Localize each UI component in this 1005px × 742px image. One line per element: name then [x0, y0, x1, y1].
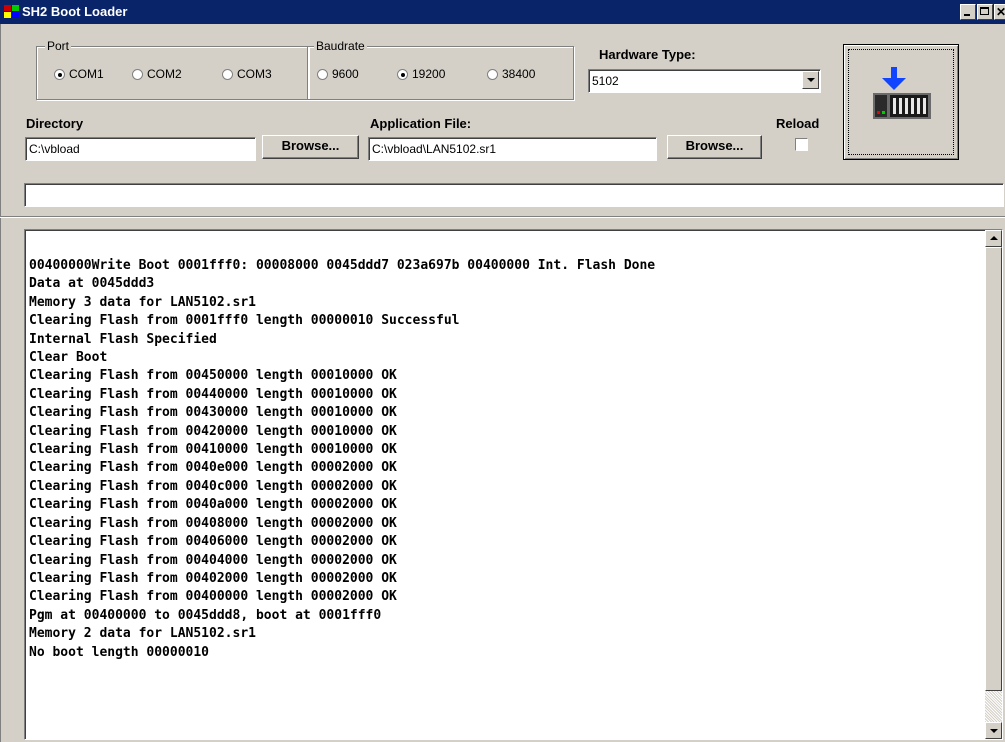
log-line: Data at 0045ddd3 [29, 276, 155, 292]
radio-com1[interactable]: COM1 [54, 67, 104, 81]
log-line: Clearing Flash from 00406000 length 0000… [29, 534, 397, 550]
log-line: Clearing Flash from 00450000 length 0001… [29, 368, 397, 384]
scroll-down-button[interactable] [985, 722, 1002, 739]
log-line: Clearing Flash from 0040a000 length 0000… [29, 497, 397, 513]
radio-9600[interactable]: 9600 [317, 67, 359, 81]
divider-highlight [0, 217, 1005, 218]
window-title: SH2 Boot Loader [22, 4, 128, 19]
log-line: Clearing Flash from 00400000 length 0000… [29, 589, 397, 605]
close-button[interactable]: ✕ [994, 4, 1005, 20]
log-line: Clearing Flash from 00440000 length 0001… [29, 386, 397, 402]
baudrate-group: Baudrate 9600 19200 38400 [307, 39, 574, 100]
app-icon [4, 5, 20, 19]
application-file-label: Application File: [370, 116, 472, 131]
log-line: Internal Flash Specified [29, 331, 217, 347]
radio-19200[interactable]: 19200 [397, 67, 445, 81]
hardware-type-select[interactable]: 5102 [588, 69, 821, 93]
radio-dot [487, 69, 498, 80]
log-line: 00400000Write Boot 0001fff0: 00008000 00… [29, 258, 656, 273]
log-line: Clearing Flash from 00404000 length 0000… [29, 552, 397, 568]
directory-browse-button[interactable]: Browse... [262, 135, 359, 159]
log-line: No boot length 00000010 [29, 644, 210, 660]
log-line: Clearing Flash from 0040e000 length 0000… [29, 460, 397, 476]
title-bar[interactable]: SH2 Boot Loader ✕ [0, 0, 1005, 24]
maximize-icon [980, 7, 989, 15]
log-line: Clearing Flash from 00430000 length 0001… [29, 405, 397, 421]
hardware-type-label: Hardware Type: [599, 47, 696, 62]
close-icon: ✕ [996, 5, 1005, 19]
maximize-button[interactable] [977, 4, 993, 20]
log-line: Clearing Flash from 00402000 length 0000… [29, 570, 397, 586]
chevron-down-icon[interactable] [802, 71, 819, 89]
log-line: Memory 2 data for LAN5102.sr1 [29, 626, 256, 642]
radio-dot [317, 69, 328, 80]
directory-label: Directory [26, 116, 84, 131]
log-line: Clear Boot [29, 350, 108, 366]
status-field[interactable] [24, 183, 1004, 207]
radio-dot [54, 69, 65, 80]
port-legend: Port [45, 39, 72, 53]
log-line: Pgm at 00400000 to 0045ddd8, boot at 000… [29, 607, 382, 623]
reload-label: Reload [776, 116, 820, 131]
radio-dot [132, 69, 143, 80]
load-button[interactable] [843, 44, 959, 160]
reload-checkbox[interactable] [795, 138, 808, 151]
scroll-thumb[interactable] [985, 247, 1002, 691]
vertical-scrollbar[interactable] [985, 230, 1002, 739]
download-to-device-icon [873, 67, 931, 119]
port-group: Port COM1 COM2 COM3 [36, 39, 309, 100]
log-line: Clearing Flash from 0001fff0 length 0000… [29, 313, 460, 329]
radio-dot [222, 69, 233, 80]
radio-com2[interactable]: COM2 [132, 67, 182, 81]
directory-field[interactable]: C:\vbload [25, 137, 256, 161]
minimize-icon [964, 14, 970, 16]
log-line: Clearing Flash from 00410000 length 0001… [29, 442, 397, 458]
radio-com3[interactable]: COM3 [222, 67, 272, 81]
log-line: Clearing Flash from 00408000 length 0000… [29, 515, 397, 531]
log-output[interactable]: 00400000Write Boot 0001fff0: 00008000 00… [24, 229, 1003, 740]
log-line: Clearing Flash from 00420000 length 0001… [29, 423, 397, 439]
log-line: Memory 3 data for LAN5102.sr1 [29, 294, 256, 310]
baudrate-legend: Baudrate [314, 39, 367, 53]
application-file-field[interactable]: C:\vbload\LAN5102.sr1 [368, 137, 657, 161]
window-border [0, 24, 1, 742]
minimize-button[interactable] [960, 4, 976, 20]
scroll-up-button[interactable] [985, 230, 1002, 247]
radio-dot [397, 69, 408, 80]
application-file-browse-button[interactable]: Browse... [667, 135, 762, 159]
log-line: Clearing Flash from 0040c000 length 0000… [29, 478, 397, 494]
radio-38400[interactable]: 38400 [487, 67, 535, 81]
log-lines: 00400000Write Boot 0001fff0: 00008000 00… [29, 257, 655, 662]
